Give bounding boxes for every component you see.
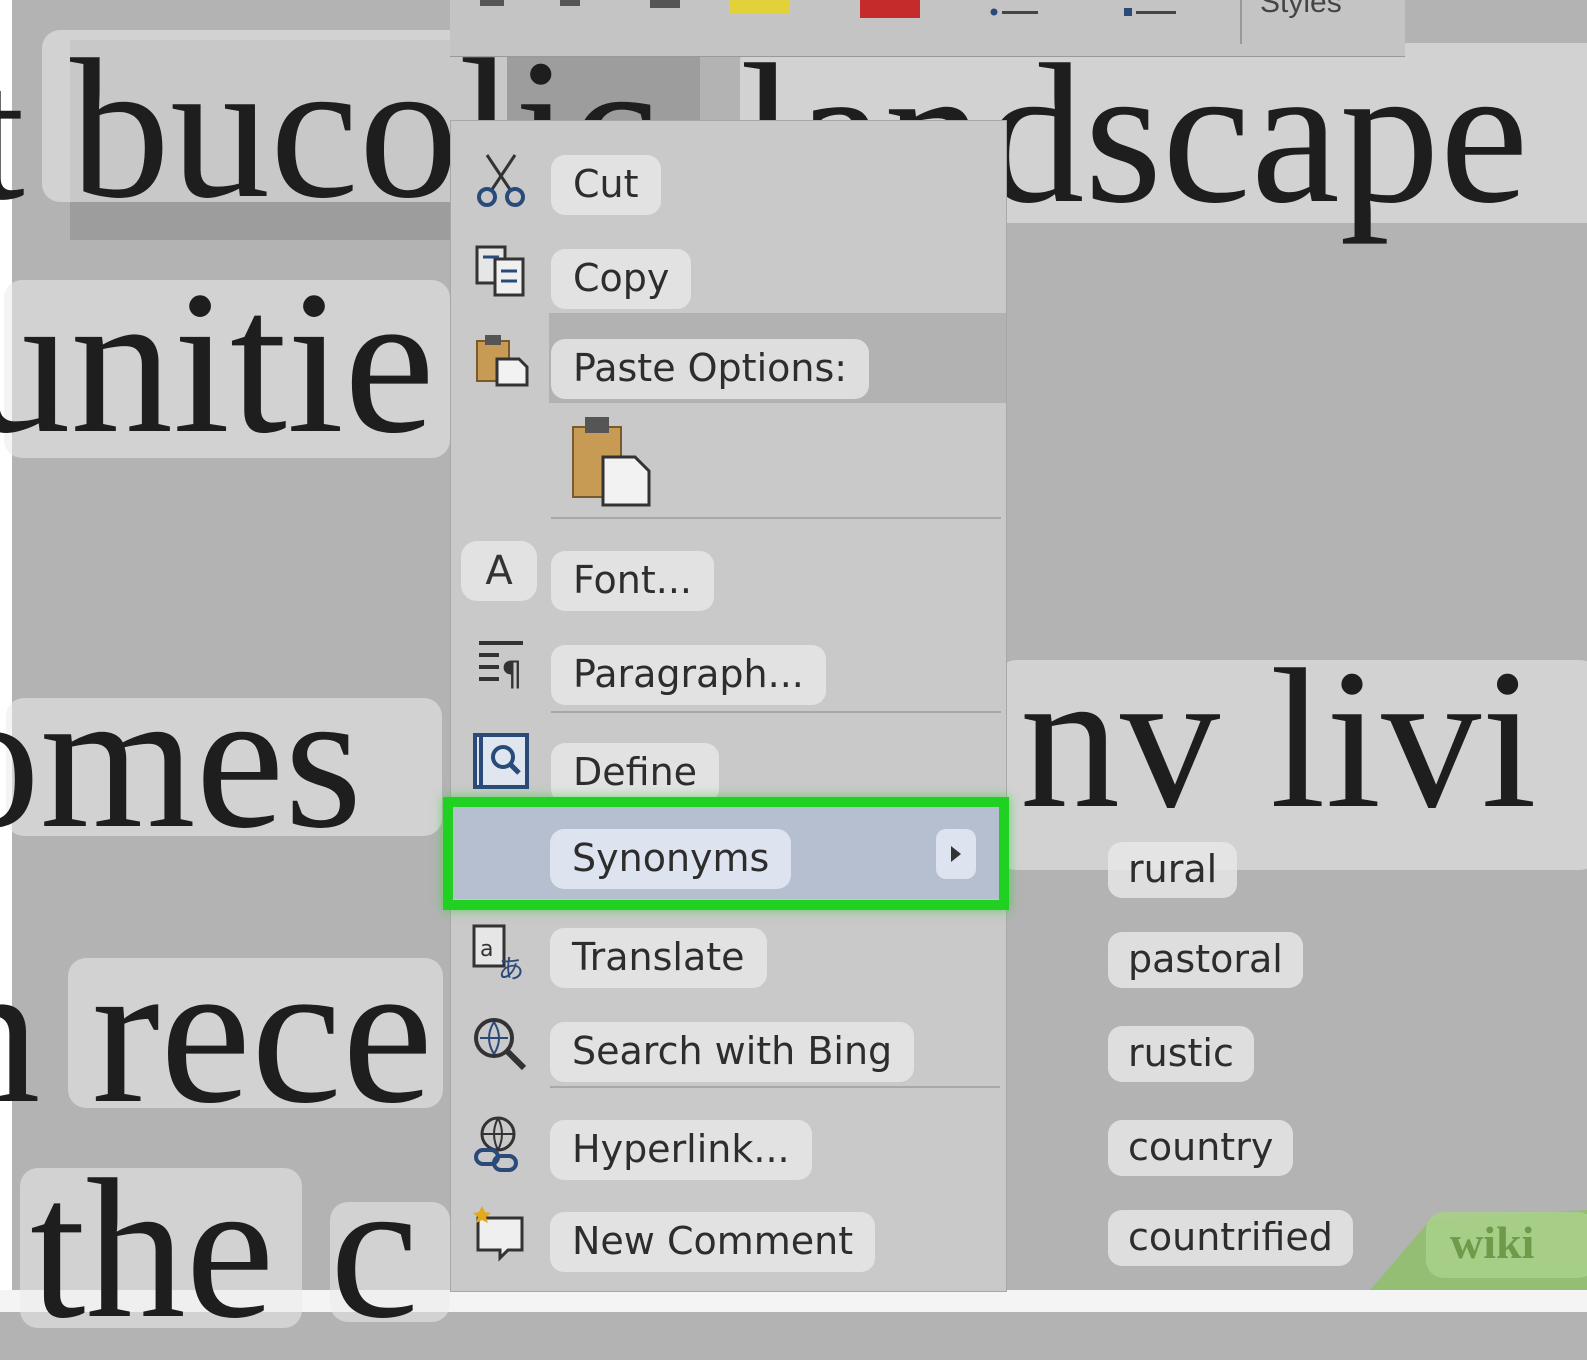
menu-item-define[interactable]: Define <box>451 719 1006 803</box>
bold-icon[interactable] <box>480 0 504 6</box>
synonym-item[interactable]: pastoral <box>1108 932 1303 988</box>
menu-item-paragraph[interactable]: ¶ Paragraph... <box>451 623 1006 705</box>
synonym-item[interactable]: countrified <box>1108 1210 1353 1266</box>
menu-label-cut: Cut <box>551 155 661 215</box>
numbering-icon[interactable] <box>1120 6 1180 18</box>
doc-word-omes: omes <box>0 660 442 860</box>
menu-label-search-bing: Search with Bing <box>550 1022 915 1082</box>
bullets-icon[interactable] <box>990 6 1040 18</box>
menu-header-paste: Paste Options: <box>451 317 1006 399</box>
clipboard-icon <box>567 413 657 509</box>
menu-separator <box>551 711 1001 713</box>
menu-item-translate[interactable]: a あ Translate <box>450 910 1005 990</box>
copy-icon <box>469 245 533 297</box>
search-icon <box>468 1018 532 1071</box>
menu-separator <box>551 517 1001 519</box>
menu-label-new-comment: New Comment <box>550 1212 876 1272</box>
paragraph-icon: ¶ <box>469 639 533 693</box>
menu-label-synonyms: Synonyms <box>550 829 792 889</box>
menu-label-translate: Translate <box>550 928 767 988</box>
menu-label-font: Font... <box>551 551 714 611</box>
doc-word-unities: unitie <box>0 260 450 465</box>
translate-icon: a あ <box>468 924 532 982</box>
menu-item-cut[interactable]: Cut <box>451 137 1006 217</box>
svg-text:あ: あ <box>498 955 524 982</box>
highlight-color-icon[interactable] <box>730 0 790 14</box>
hyperlink-icon <box>468 1116 532 1172</box>
synonym-item[interactable]: rural <box>1108 842 1238 898</box>
menu-label-hyperlink: Hyperlink... <box>550 1120 812 1180</box>
menu-item-hyperlink[interactable]: Hyperlink... <box>450 1102 1005 1182</box>
context-menu-lower: a あ Translate Search with Bing Hyperlink… <box>450 910 1005 1290</box>
styles-button[interactable]: Styles <box>1260 0 1342 20</box>
wikihow-watermark: wiki <box>1370 1200 1587 1290</box>
menu-label-paragraph: Paragraph... <box>551 645 826 705</box>
comment-icon <box>468 1206 532 1262</box>
menu-label-copy: Copy <box>551 249 692 309</box>
italic-icon[interactable] <box>560 0 580 6</box>
formatting-toolbar: Styles <box>450 0 1405 57</box>
doc-word-recent: n rece <box>0 930 443 1135</box>
doc-word-nv-living: nv livi <box>998 640 1587 870</box>
menu-label-paste-options: Paste Options: <box>551 339 870 399</box>
menu-separator <box>550 1086 1000 1088</box>
underline-icon[interactable] <box>650 0 680 8</box>
menu-item-copy[interactable]: Copy <box>451 229 1006 309</box>
watermark-text: wiki <box>1450 1217 1535 1268</box>
menu-label-define: Define <box>551 743 720 803</box>
menu-item-synonyms[interactable]: Synonyms <box>450 807 1005 899</box>
font-color-icon[interactable] <box>860 0 920 18</box>
doc-text-fragment: t <box>0 40 25 230</box>
doc-word-the: the <box>20 1150 302 1350</box>
svg-text:¶: ¶ <box>501 654 523 693</box>
doc-word-c-fragment: c <box>330 1150 450 1350</box>
paste-icon <box>469 333 533 387</box>
paste-keep-formatting-button[interactable] <box>567 413 657 509</box>
submenu-arrow-icon <box>936 829 976 879</box>
scissors-icon <box>469 153 533 207</box>
svg-text:a: a <box>480 937 493 962</box>
synonym-item[interactable]: rustic <box>1108 1026 1254 1082</box>
define-icon <box>469 733 533 789</box>
menu-item-search-bing[interactable]: Search with Bing <box>450 1002 1005 1082</box>
synonym-item[interactable]: country <box>1108 1120 1294 1176</box>
menu-item-font[interactable]: A Font... <box>451 531 1006 611</box>
font-icon: A <box>461 541 537 601</box>
menu-item-new-comment[interactable]: New Comment <box>450 1192 1005 1272</box>
